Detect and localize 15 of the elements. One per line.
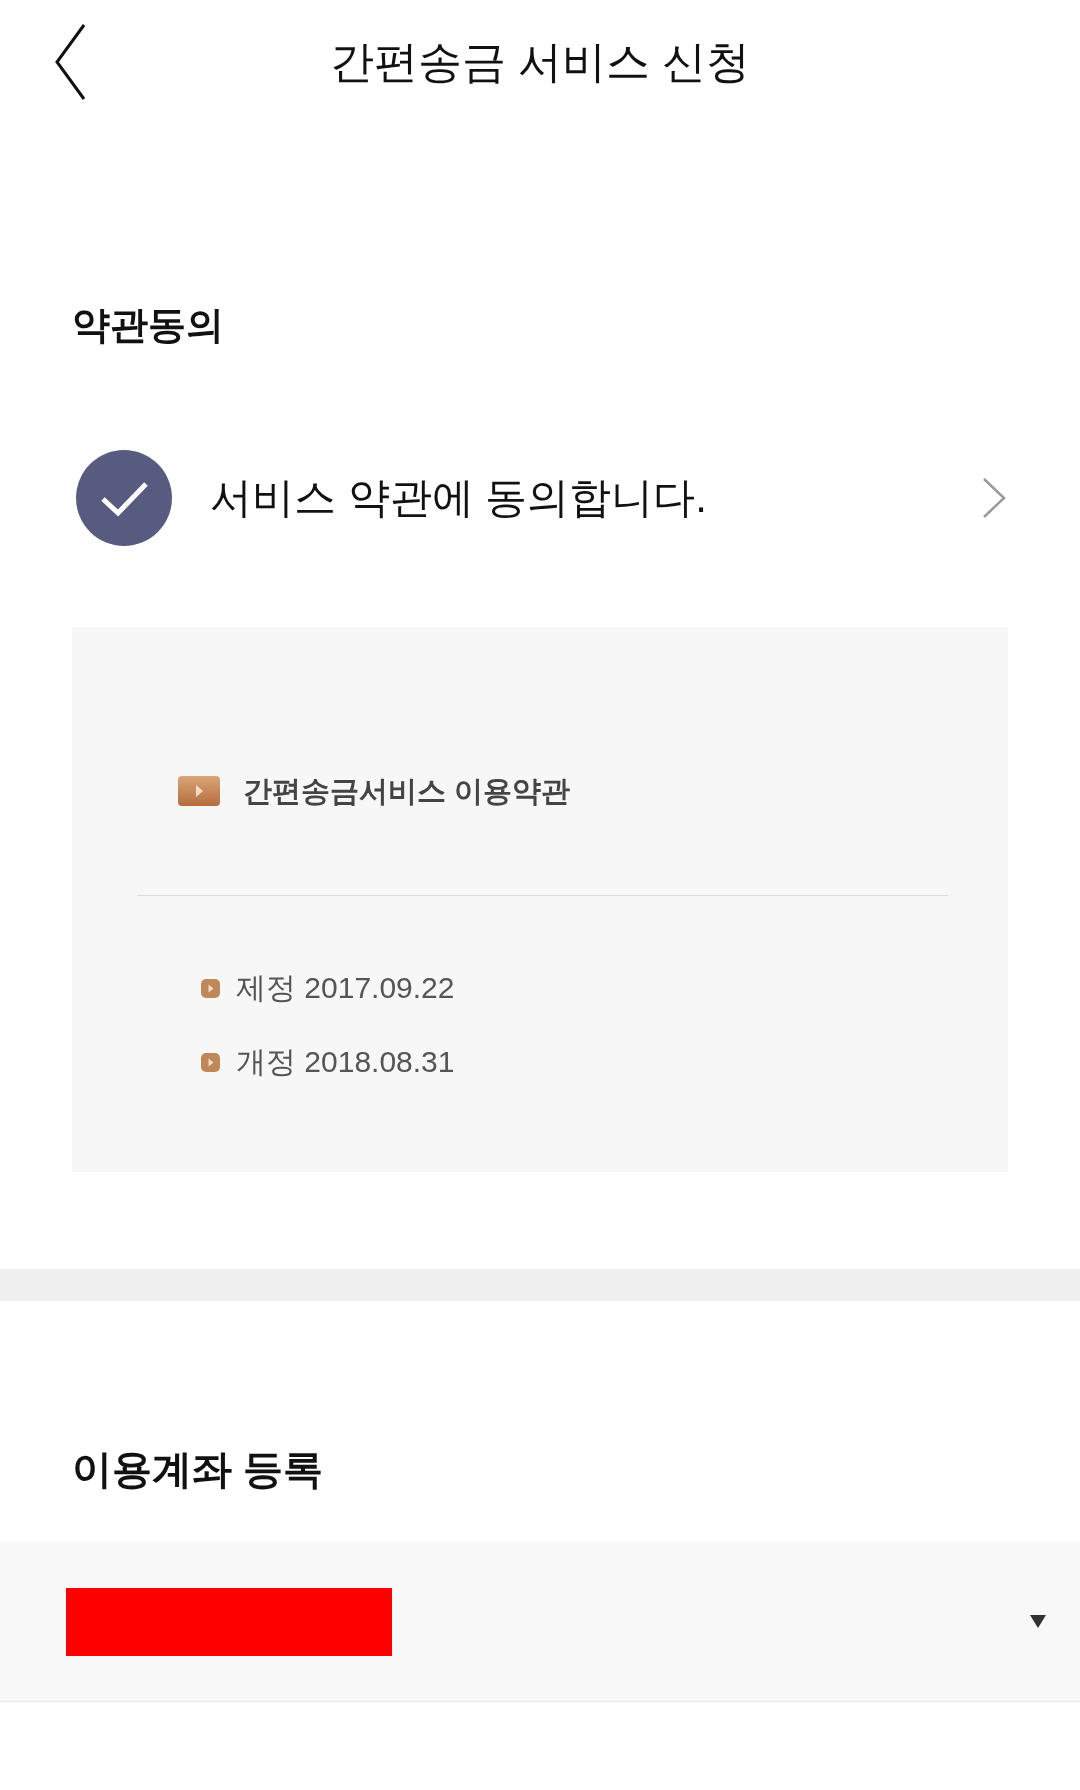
play-tile-icon <box>178 776 220 806</box>
revision-date: 개정 2018.08.31 <box>236 1044 455 1080</box>
terms-title[interactable]: 간편송금서비스 이용약관 <box>243 771 571 811</box>
chevron-right-icon[interactable] <box>982 477 1006 519</box>
back-icon[interactable] <box>54 23 86 101</box>
page-title: 간편송금 서비스 신청 <box>329 36 751 88</box>
section-heading: 이용계좌 등록 <box>72 1446 324 1493</box>
revision-date: 제정 2017.09.22 <box>236 970 455 1006</box>
section-heading: 약관동의 <box>72 303 224 347</box>
agreement-label: 서비스 약관에 동의합니다. <box>210 473 707 523</box>
account-select[interactable] <box>0 1542 1080 1702</box>
bullet-icon <box>201 1052 220 1072</box>
bullet-icon <box>201 978 220 998</box>
dropdown-caret-icon <box>1030 1615 1046 1628</box>
check-circle-icon[interactable] <box>76 450 172 546</box>
